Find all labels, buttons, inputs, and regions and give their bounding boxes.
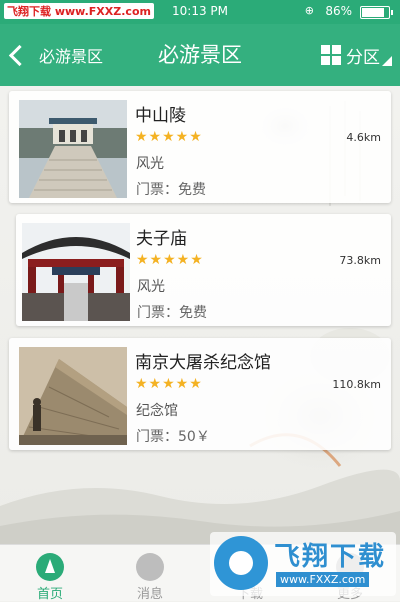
spot-card-zhongshanling[interactable]: 中山陵 ★★★★★ 4.6km 风光 门票：免费 xyxy=(9,91,391,203)
spot-distance: 4.6km xyxy=(346,131,381,144)
status-bar: 飞翔下载 www.FXXZ.com 10:13 PM ⊕ 86% xyxy=(0,0,400,24)
spot-thumbnail xyxy=(22,223,130,321)
spot-type: 风光 xyxy=(136,156,164,172)
tab-messages[interactable]: 消息 xyxy=(100,545,200,602)
tab-label: 首页 xyxy=(36,587,63,602)
spot-thumbnail xyxy=(19,100,127,198)
watermark-title: 飞翔下载 xyxy=(274,542,387,572)
grid-icon xyxy=(321,45,341,65)
district-label: 分区 xyxy=(346,47,380,68)
watermark-url: www.FXXZ.com xyxy=(276,572,370,587)
battery-icon xyxy=(360,6,393,19)
site-watermark: 飞翔下载 www.FXXZ.com xyxy=(210,532,396,596)
spot-name: 南京大屠杀纪念馆 xyxy=(135,353,271,373)
spot-card-memorial[interactable]: 南京大屠杀纪念馆 ★★★★★ 110.8km 纪念馆 门票：50￥ xyxy=(9,338,391,450)
spot-card-fuzimiao[interactable]: 夫子庙 ★★★★★ 73.8km 风光 门票：免费 xyxy=(16,214,391,326)
spot-distance: 110.8km xyxy=(332,378,381,391)
chevron-left-icon xyxy=(8,44,31,66)
back-button[interactable]: 必游景区 xyxy=(0,24,120,86)
back-label: 必游景区 xyxy=(39,47,104,66)
star-rating: ★★★★★ xyxy=(135,376,203,392)
spot-name: 中山陵 xyxy=(135,106,186,126)
spot-thumbnail xyxy=(19,347,127,445)
spot-name: 夫子庙 xyxy=(136,229,187,249)
star-rating: ★★★★★ xyxy=(135,129,203,145)
tab-home[interactable]: 首页 xyxy=(0,545,100,602)
home-icon xyxy=(36,553,64,581)
message-icon xyxy=(136,553,164,581)
spot-ticket: 门票：免费 xyxy=(136,182,206,198)
dropdown-corner-icon xyxy=(382,56,392,66)
spot-list[interactable]: 中山陵 ★★★★★ 4.6km 风光 门票：免费 夫子庙 ★★★★★ 73.8k… xyxy=(0,86,400,544)
tab-label: 消息 xyxy=(136,587,163,602)
rotation-lock-icon: ⊕ xyxy=(304,4,314,17)
spot-distance: 73.8km xyxy=(339,254,381,267)
watermark-logo-icon xyxy=(214,536,268,590)
spot-type: 纪念馆 xyxy=(136,403,178,419)
star-rating: ★★★★★ xyxy=(136,252,204,268)
spot-ticket: 门票：50￥ xyxy=(136,429,210,445)
spot-ticket: 门票：免费 xyxy=(137,305,207,321)
battery-percent: 86% xyxy=(325,4,352,18)
spot-type: 风光 xyxy=(137,279,165,295)
nav-bar: 必游景区 必游景区 分区 xyxy=(0,24,400,86)
district-filter-button[interactable]: 分区 xyxy=(321,24,392,86)
